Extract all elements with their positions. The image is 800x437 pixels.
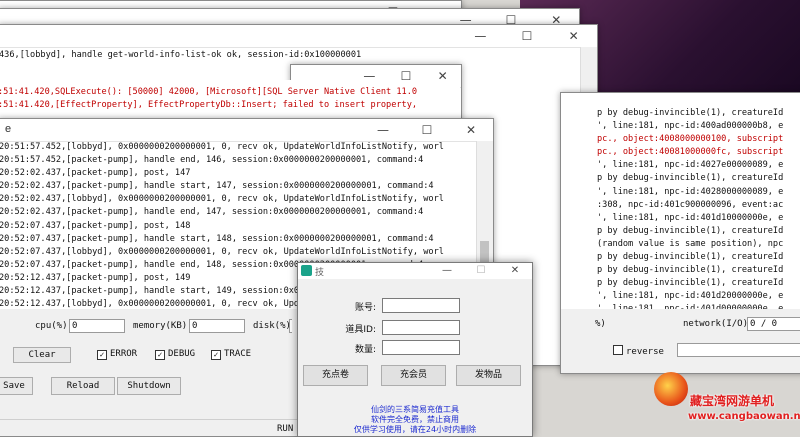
log-line: 20:51:57.452,[lobbyd], 0x000000020000000… (0, 142, 444, 152)
title-bar[interactable]: e — ☐ ✕ (0, 119, 493, 142)
network-label: network(I/O) (683, 319, 749, 329)
site-logo-icon (654, 372, 688, 406)
disk-label: disk(%) (253, 321, 291, 331)
log-line: :51:41.420,[EffectProperty], EffectPrope… (0, 100, 418, 111)
reverse-checkbox[interactable]: reverse (613, 345, 664, 357)
log-line: :308, npc-id:401c900000096, event:ac (597, 199, 784, 210)
window-controls: — ☐ ✕ (430, 263, 532, 279)
close-icon[interactable]: ✕ (498, 263, 532, 279)
log-line: ', line:181, npc-id:400ad000000b8, e (597, 121, 784, 132)
minimize-icon[interactable]: — (457, 25, 504, 47)
status-text: RUN (277, 424, 294, 434)
log-line: p by debug-invincible(1), creatureId (597, 265, 784, 276)
trace-checkbox[interactable]: ✓ TRACE (211, 349, 251, 360)
log-line: 20:52:02.437,[packet-pump], handle end, … (0, 207, 424, 218)
item-id-input[interactable] (382, 320, 460, 335)
app-icon (301, 265, 312, 276)
log-line: p by debug-invincible(1), creatureId (597, 278, 784, 289)
recharge-member-button[interactable]: 充会员 (381, 365, 446, 386)
log-line: ', line:181, npc-id:401d20000000e, e (597, 291, 784, 302)
log-line: 436,[lobbyd], handle get-world-info-list… (0, 50, 362, 60)
window-title: e (5, 123, 12, 135)
log-window-2-body: :51:41.420,SQLExecute(): [50000] 42000, … (0, 80, 460, 118)
close-icon[interactable]: ✕ (550, 25, 597, 47)
quantity-input[interactable] (382, 340, 460, 355)
log-line: 20:52:07.437,[lobbyd], 0x000000020000000… (0, 246, 444, 257)
close-icon[interactable]: ✕ (449, 119, 493, 141)
log-line: 20:52:07.437,[packet-pump], post, 148 (0, 220, 191, 231)
log-line: pc., object:4008000000100, subscript (597, 134, 784, 145)
debug-checkbox[interactable]: ✓ DEBUG (155, 349, 195, 360)
dialog-title: 技 (315, 268, 325, 278)
log-line: :51:41.420,SQLExecute(): [50000] 42000, … (0, 87, 418, 97)
log-line: p by debug-invincible(1), creatureId (597, 108, 784, 118)
quantity-label: 数量: (354, 345, 376, 355)
log-line: 20:51:57.452,[packet-pump], handle end, … (0, 155, 424, 166)
dialog-title-bar[interactable]: 技 — ☐ ✕ (298, 263, 532, 279)
maximize-icon[interactable]: ☐ (504, 25, 551, 47)
network-field[interactable]: 0 / 0 (747, 317, 800, 331)
account-label: 账号: (354, 303, 376, 313)
log-output: 436,[lobbyd], handle get-world-info-list… (0, 49, 581, 62)
log-line: p by debug-invincible(1), creatureId (597, 252, 784, 263)
title-bar[interactable]: — ☐ ✕ (0, 25, 597, 48)
site-watermark: 藏宝湾网游单机 www.cangbaowan.net (652, 358, 800, 435)
reload-button[interactable]: Reload (51, 377, 115, 395)
account-input[interactable] (382, 298, 460, 313)
log-line: 20:52:02.437,[packet-pump], handle start… (0, 181, 434, 192)
log-line: p by debug-invincible(1), creatureId (597, 173, 784, 184)
save-button[interactable]: Save (0, 377, 33, 395)
log-line: (random value is same position), npc (597, 238, 784, 249)
maximize-icon[interactable]: ☐ (405, 119, 449, 141)
disk-field[interactable] (289, 319, 292, 333)
note-line-3: 仅供学习使用，请在24小时内删除 (353, 425, 477, 434)
recharge-dialog[interactable]: 技 — ☐ ✕ 账号: 道具ID: 数量: 充点卷 充会员 发物品 仙剑的三系简… (297, 262, 533, 437)
log-line: ', line:181, npc-id:401d10000000e, e (597, 212, 784, 223)
watermark-url: www.cangbaowan.net (688, 411, 800, 422)
maximize-icon[interactable]: ☐ (464, 263, 498, 279)
log-line: pc., object:40081000000fc, subscript (597, 147, 784, 158)
memory-label: memory(KB) (133, 321, 188, 331)
memory-field[interactable]: 0 (189, 319, 245, 333)
log-window-right[interactable]: p by debug-invincible(1), creatureId ', l… (560, 92, 800, 374)
log-line: 20:52:07.437,[packet-pump], handle start… (0, 233, 434, 244)
recharge-coupon-button[interactable]: 充点卷 (303, 365, 368, 386)
clear-button[interactable]: Clear (13, 347, 71, 363)
cpu-field[interactable]: 0 (69, 319, 125, 333)
cpu-label: cpu(%) (35, 321, 68, 331)
log-line: ', line:181, npc-id:4028000000089, e (597, 186, 784, 197)
minimize-icon[interactable]: — (361, 119, 405, 141)
window-controls: — ☐ ✕ (361, 119, 493, 141)
shutdown-button[interactable]: Shutdown (117, 377, 181, 395)
log-line: p by debug-invincible(1), creatureId (597, 225, 784, 236)
log-line: 20:52:02.437,[packet-pump], post, 147 (0, 168, 191, 179)
item-id-label: 道具ID: (345, 325, 376, 335)
minimize-icon[interactable]: — (430, 263, 464, 279)
watermark-name: 藏宝湾网游单机 (690, 394, 775, 408)
percent-label: %) (595, 319, 606, 329)
log-output: p by debug-invincible(1), creatureId ', l… (597, 107, 800, 317)
log-line: ', line:181, npc-id:4027e00000089, e (597, 160, 784, 171)
log-output: :51:41.420,SQLExecute(): [50000] 42000, … (0, 86, 460, 112)
log-line: 20:52:02.437,[lobbyd], 0x000000020000000… (0, 194, 444, 205)
filter-field[interactable] (677, 343, 800, 357)
window-controls: — ☐ ✕ (457, 25, 597, 47)
send-item-button[interactable]: 发物品 (456, 365, 521, 386)
error-checkbox[interactable]: ✓ ERROR (97, 349, 137, 360)
